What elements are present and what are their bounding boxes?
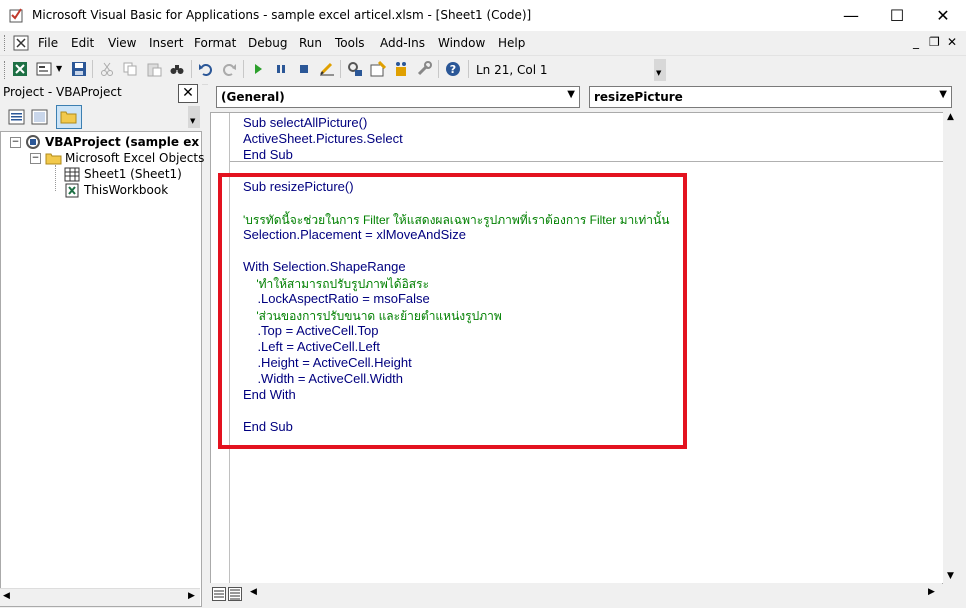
scroll-left-icon[interactable]: ◀ [250,587,257,597]
project-panel-header: Project - VBAProject [0,83,202,103]
run-icon[interactable] [250,61,266,77]
procedure-separator [230,161,943,162]
chevron-down-icon: ▼ [939,89,947,100]
expand-toggle[interactable]: − [10,137,21,148]
scroll-down-icon[interactable]: ▼ [947,571,954,581]
design-mode-icon[interactable] [319,61,335,77]
code-vertical-scrollbar[interactable]: ▲ ▼ [943,112,960,600]
menu-add-ins[interactable]: Add-Ins [380,36,425,50]
expand-toggle[interactable]: − [30,153,41,164]
mdi-close-button[interactable]: ✕ [947,35,957,49]
menu-file[interactable]: File [38,36,58,50]
menu-bar: File Edit View Insert Format Debug Run T… [0,31,966,55]
project-horizontal-scrollbar[interactable]: ◀ ▶ [0,588,200,606]
object-combo-value: (General) [221,90,285,104]
svg-text:?: ? [450,63,456,76]
code-horizontal-scrollbar[interactable]: ◀ ▶ [246,585,940,602]
toggle-folders-button[interactable] [56,105,82,129]
mdi-restore-button[interactable]: ❐ [929,35,940,49]
scroll-up-icon[interactable]: ▲ [947,112,954,122]
reset-icon[interactable] [296,61,312,77]
minimize-button[interactable]: — [828,0,874,31]
tree-node-excel-objects[interactable]: Microsoft Excel Objects [65,151,204,165]
folder-icon [45,153,62,165]
toolbar-separator [191,60,192,78]
toolbar-separator [438,60,439,78]
procedure-combo-value: resizePicture [594,90,683,104]
code-bottom-bar: ◀ ▶ [210,583,942,605]
vba-project-icon [26,135,40,149]
code-line[interactable]: End Sub [243,147,293,162]
excel-icon[interactable] [12,61,28,77]
project-tree: − VBAProject (sample excel articel.xlsm)… [0,131,204,607]
highlight-box [218,173,687,449]
mdi-minimize-button[interactable]: _ [913,35,919,49]
maximize-button[interactable]: ☐ [874,0,920,31]
project-panel-title: Project - VBAProject [3,85,122,99]
menu-tools[interactable]: Tools [335,36,365,50]
procedure-view-icon[interactable] [212,587,226,601]
object-combo[interactable]: (General) ▼ [216,86,580,108]
object-browser-icon[interactable] [393,61,409,77]
menu-edit[interactable]: Edit [71,36,94,50]
toolbar-separator [243,60,244,78]
undo-icon[interactable] [198,61,214,77]
menu-format[interactable]: Format [194,36,236,50]
toolbox-icon[interactable] [416,61,432,77]
toolbar-separator [340,60,341,78]
toolbar-separator [92,60,93,78]
dropdown-arrow-icon[interactable]: ▼ [56,64,62,73]
scroll-right-icon[interactable]: ▶ [928,587,935,597]
window-title: Microsoft Visual Basic for Applications … [32,8,532,22]
insert-userform-icon[interactable] [36,61,52,77]
title-bar: Microsoft Visual Basic for Applications … [0,0,966,31]
project-panel-close-button[interactable]: ✕ [178,84,198,103]
find-icon[interactable] [169,61,185,77]
paste-icon[interactable] [146,61,162,77]
worksheet-icon [64,167,80,182]
cut-icon[interactable] [99,61,115,77]
tree-node-vbaproject[interactable]: VBAProject (sample excel articel.xlsm) [45,135,199,149]
menu-window[interactable]: Window [438,36,485,50]
menu-debug[interactable]: Debug [248,36,287,50]
help-icon[interactable]: ? [445,61,461,77]
tree-node-thisworkbook[interactable]: ThisWorkbook [84,183,168,197]
menu-run[interactable]: Run [299,36,322,50]
toolbar-grip[interactable] [4,61,9,79]
view-object-icon[interactable] [31,109,48,125]
vba-app-icon [9,8,23,23]
standard-toolbar: ▼ ? Ln 21, Col 1 ▼ [0,55,966,85]
menu-view[interactable]: View [108,36,136,50]
copy-icon[interactable] [122,61,138,77]
save-icon[interactable] [71,61,87,77]
break-icon[interactable] [273,61,289,77]
redo-icon[interactable] [221,61,237,77]
procedure-combo[interactable]: resizePicture ▼ [589,86,952,108]
view-code-icon[interactable] [8,109,25,125]
chevron-down-icon: ▼ [567,89,575,100]
toolbar-options-button[interactable]: ▼ [654,59,666,81]
workbook-icon [65,183,79,198]
close-button[interactable]: ✕ [920,0,966,31]
tree-node-sheet1[interactable]: Sheet1 (Sheet1) [84,167,182,181]
code-line[interactable]: ActiveSheet.Pictures.Select [243,131,403,146]
code-line[interactable]: Sub selectAllPicture() [243,115,367,130]
menu-grip[interactable] [4,35,9,51]
excel-view-icon[interactable] [13,35,29,51]
panel-toolbar-options[interactable]: ▼ [188,106,200,128]
menu-insert[interactable]: Insert [149,36,183,50]
properties-window-icon[interactable] [370,61,386,77]
toolbar-separator [468,60,469,78]
cursor-position: Ln 21, Col 1 [476,63,548,77]
project-explorer-icon[interactable] [347,61,363,77]
folder-icon [60,111,77,124]
menu-help[interactable]: Help [498,36,525,50]
full-module-view-icon[interactable] [228,587,242,601]
project-panel-toolbar: ▼ [0,104,202,130]
